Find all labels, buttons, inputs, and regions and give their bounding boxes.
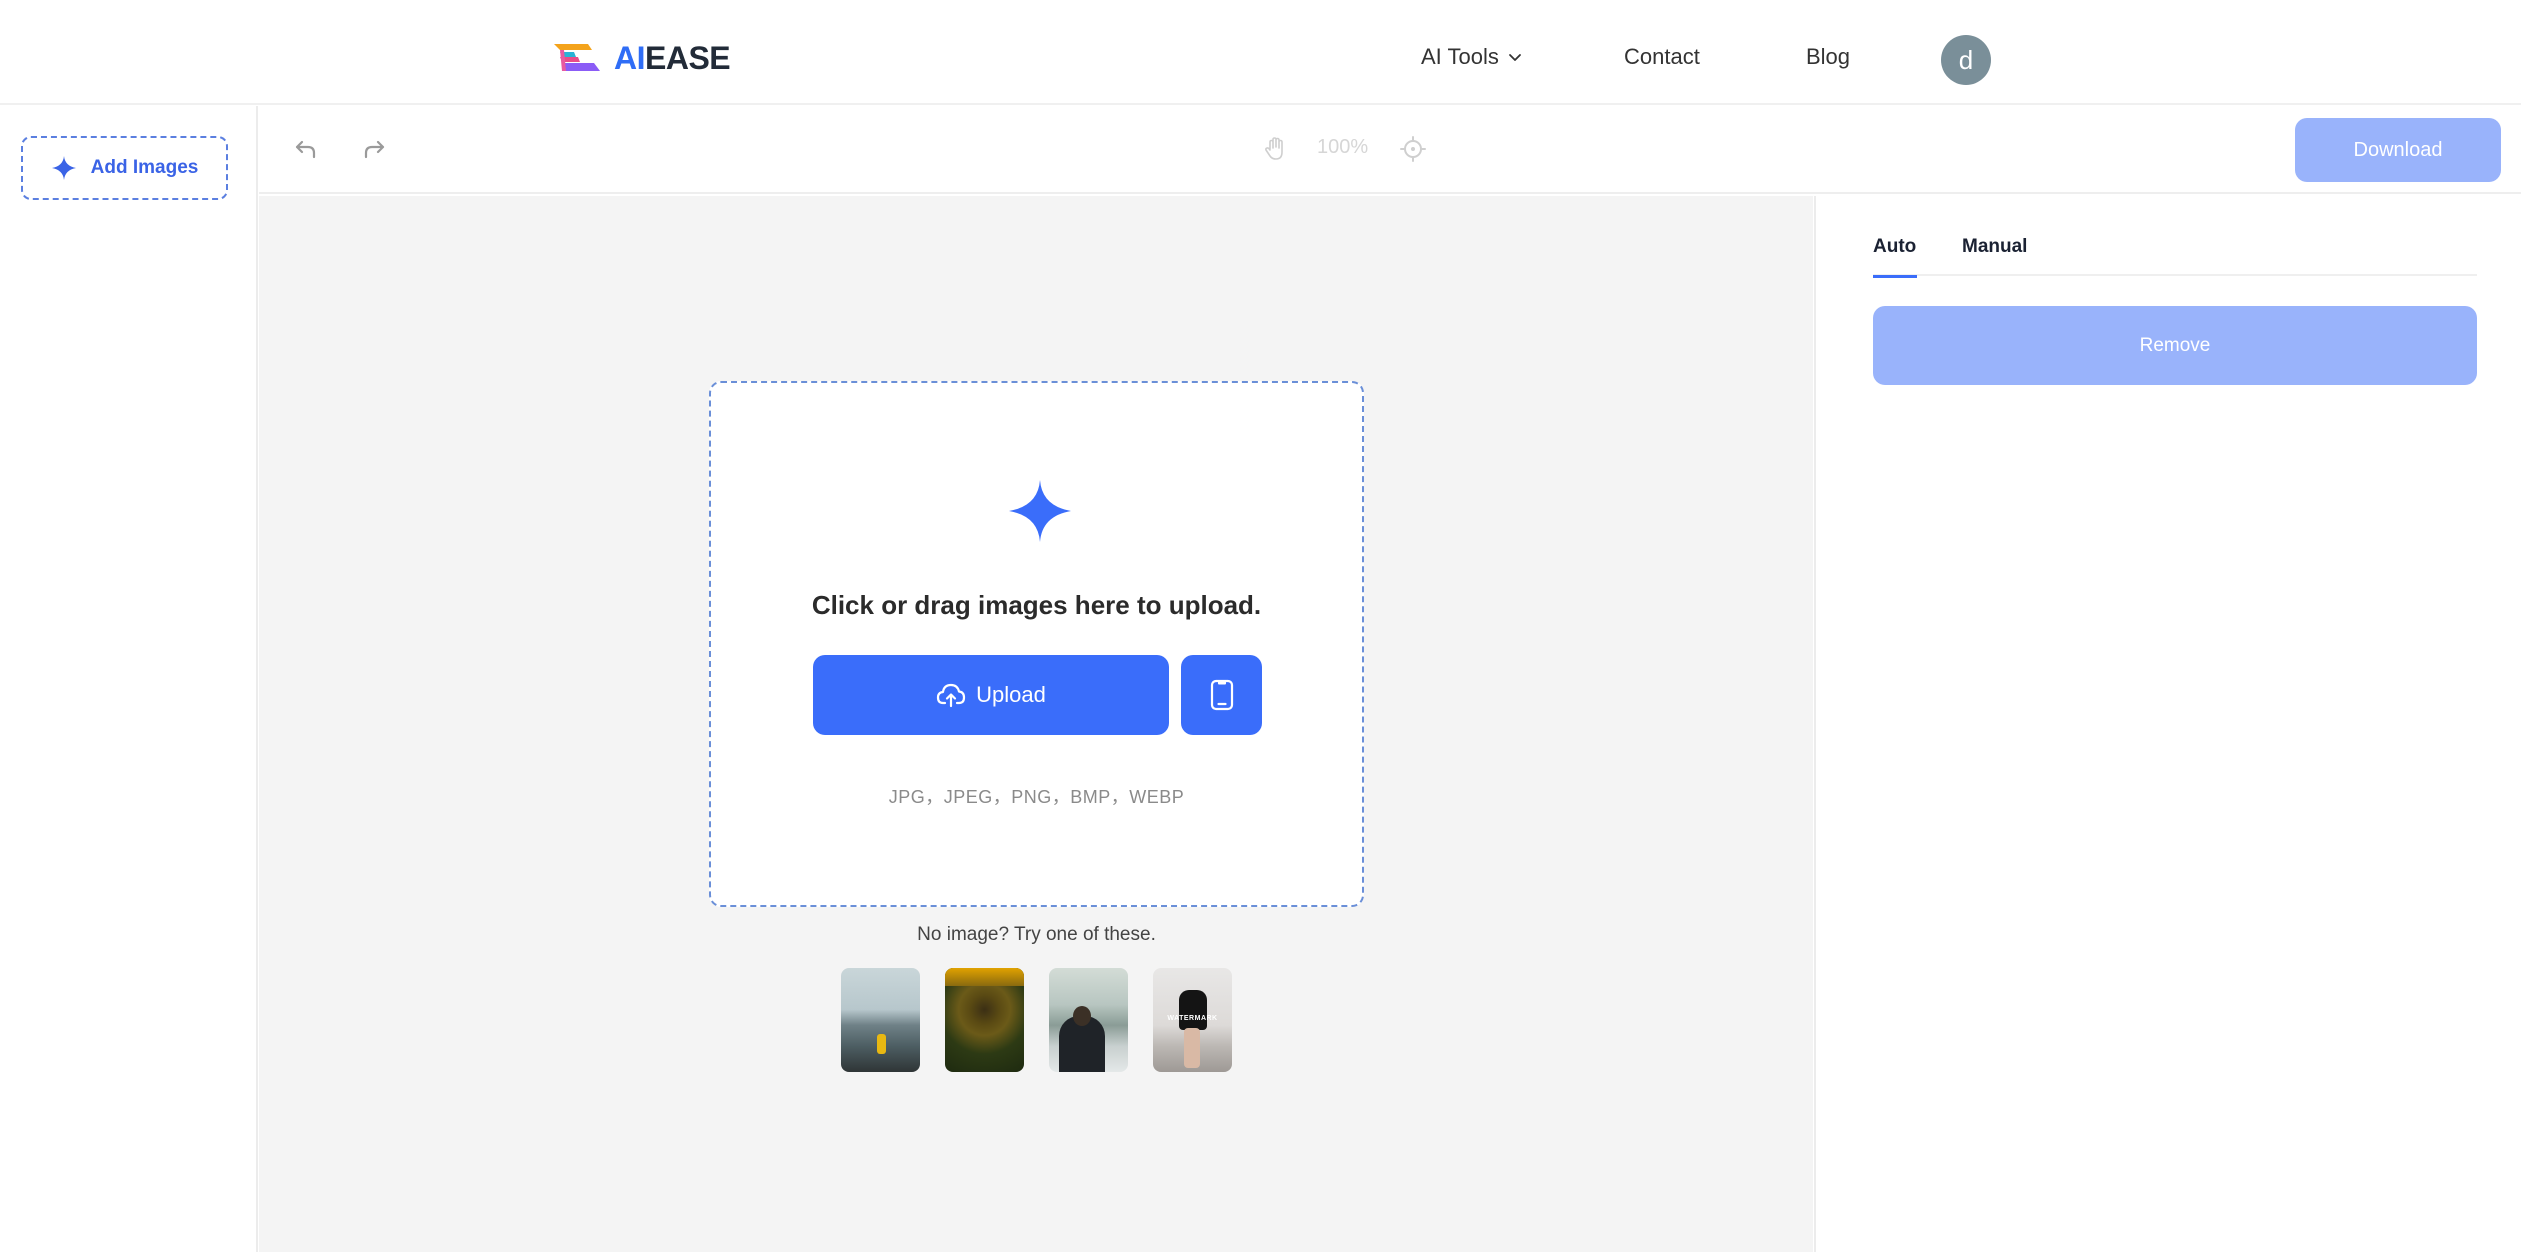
upload-button[interactable]: Upload bbox=[813, 655, 1169, 735]
editor-toolbar: 100% Download bbox=[259, 106, 2521, 194]
nav-contact-label: Contact bbox=[1624, 44, 1700, 69]
sample-image-sunflowers[interactable] bbox=[945, 968, 1024, 1072]
sample-images-prompt: No image? Try one of these. bbox=[917, 924, 1156, 945]
sample-image-woman-sitting-watermark[interactable]: WATERMARK bbox=[1153, 968, 1232, 1072]
pan-tool-button[interactable] bbox=[1259, 132, 1293, 166]
undo-icon bbox=[295, 140, 316, 159]
sample-figure-legs bbox=[1184, 1028, 1200, 1068]
left-sidebar: Add Images bbox=[0, 106, 258, 1252]
download-button[interactable]: Download bbox=[2295, 118, 2501, 182]
smartphone-icon bbox=[1210, 679, 1233, 711]
right-panel: Auto Manual Remove bbox=[1814, 196, 2521, 1252]
hand-icon bbox=[1265, 137, 1283, 160]
nav-contact[interactable]: Contact bbox=[1624, 44, 1700, 70]
plus-sparkle-icon bbox=[51, 156, 76, 180]
sample-figure-head bbox=[1073, 1006, 1091, 1026]
chevron-down-icon bbox=[1508, 54, 1521, 61]
nav-ai-tools[interactable]: AI Tools bbox=[1421, 44, 1523, 70]
logo-text-ai: AI bbox=[614, 40, 646, 76]
logo-text-ease: EASE bbox=[645, 40, 731, 76]
mode-tabs: Auto Manual bbox=[1873, 236, 2477, 278]
sample-sky bbox=[945, 968, 1024, 986]
cloud-upload-icon bbox=[937, 683, 966, 708]
redo-icon bbox=[364, 140, 385, 159]
center-view-button[interactable] bbox=[1396, 132, 1430, 166]
add-images-button[interactable]: Add Images bbox=[21, 136, 228, 200]
upload-button-label: Upload bbox=[976, 682, 1046, 707]
nav-blog[interactable]: Blog bbox=[1806, 44, 1850, 70]
canvas-area: Click or drag images here to upload. Upl… bbox=[259, 196, 1813, 1252]
dropzone-title: Click or drag images here to upload. bbox=[811, 590, 1262, 620]
add-images-label: Add Images bbox=[90, 157, 199, 178]
logo-mark-icon bbox=[554, 43, 600, 71]
tab-manual[interactable]: Manual bbox=[1962, 236, 2027, 276]
top-nav: AIEASE AI Tools Contact Blog d bbox=[0, 0, 2521, 105]
tab-auto[interactable]: Auto bbox=[1873, 236, 1918, 278]
sample-figure bbox=[1179, 990, 1207, 1030]
undo-button[interactable] bbox=[289, 132, 323, 166]
supported-formats: JPG，JPEG，PNG，BMP，WEBP bbox=[888, 787, 1185, 807]
nav-blog-label: Blog bbox=[1806, 44, 1851, 69]
upload-dropzone[interactable]: Click or drag images here to upload. Upl… bbox=[709, 381, 1364, 907]
redo-button[interactable] bbox=[357, 132, 391, 166]
logo-text: AIEASE bbox=[614, 40, 731, 77]
watermark-text: WATERMARK bbox=[1167, 1015, 1218, 1022]
sample-images: WATERMARK bbox=[841, 968, 1232, 1072]
sample-image-person-overlooking-city[interactable] bbox=[1049, 968, 1128, 1072]
crosshair-icon bbox=[1400, 136, 1426, 162]
sample-figure bbox=[877, 1034, 886, 1054]
nav-ai-tools-label: AI Tools bbox=[1421, 44, 1499, 69]
logo[interactable]: AIEASE bbox=[552, 40, 731, 77]
sample-image-person-on-foggy-cliff[interactable] bbox=[841, 968, 920, 1072]
remove-button[interactable]: Remove bbox=[1873, 306, 2477, 385]
sparkle-plus-icon bbox=[1009, 480, 1071, 542]
user-avatar[interactable]: d bbox=[1941, 35, 1991, 85]
zoom-level: 100% bbox=[1317, 136, 1369, 158]
upload-from-phone-button[interactable] bbox=[1181, 655, 1262, 735]
